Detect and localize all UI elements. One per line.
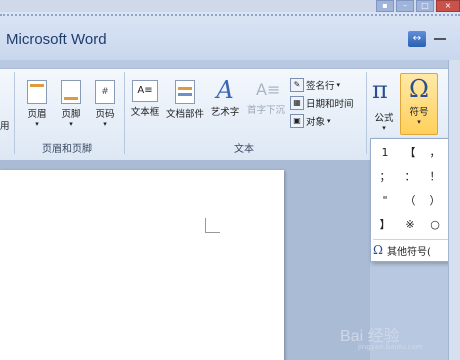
window-controls: ▪ – □ × [376,0,460,12]
page-number-button[interactable]: # 页码 ▾ [90,80,120,128]
object-button[interactable]: ▣ 对象 ▾ [290,114,331,128]
dropdown-caret-icon: ▾ [336,81,341,89]
wordart-icon: A [216,76,234,104]
right-scrollbar[interactable] [448,60,460,360]
object-icon: ▣ [290,114,304,128]
header-icon [27,80,47,104]
maximize-button[interactable]: □ [416,0,434,12]
header-footer-group-label: 页眉和页脚 [42,144,92,155]
more-symbols-item[interactable]: Ω 其他符号( [373,239,449,260]
header-button[interactable]: 页眉 ▾ [22,80,52,128]
close-button[interactable]: × [436,0,460,12]
dropdown-caret-icon: ▾ [35,120,39,128]
ribbon-minimize-icon[interactable] [434,38,446,40]
symbol-cell[interactable]: ○ [423,213,447,237]
system-menu-button[interactable]: ▪ [376,0,394,12]
ribbon-separator [366,72,367,154]
ribbon-separator [14,72,15,154]
symbol-dropdown: 1 【 ， ； ： ！ " （ ） 】 ※ ○ Ω 其他符号( [370,138,450,262]
symbol-cell[interactable]: ） [423,189,447,213]
ribbon-separator [124,72,125,154]
symbol-cell[interactable]: 【 [398,141,422,165]
wordart-button[interactable]: A 艺术字 [208,78,242,118]
watermark-url: jingyan.baidu.com [358,343,423,351]
symbol-cell[interactable]: ， [423,141,447,165]
symbol-cell[interactable]: （ [398,189,422,213]
text-boundary-mark [205,218,220,233]
symbol-cell[interactable]: ！ [423,165,447,189]
partial-ribbon-button[interactable]: 用 [0,116,10,132]
text-group-label: 文本 [234,144,254,155]
quick-parts-icon [175,80,195,104]
signature-icon: ✎ [290,78,304,92]
dropdown-caret-icon: ▾ [327,117,331,125]
symbol-cell[interactable]: 】 [373,213,397,237]
drop-cap-icon: A≡ [256,80,281,99]
double-arrow-icon: ↔ [412,33,422,44]
symbol-cell[interactable]: ： [398,165,422,189]
dropdown-caret-icon: ▾ [417,118,421,126]
textbox-icon: A≡ [132,80,158,102]
symbol-cell[interactable]: ； [373,165,397,189]
dropdown-caret-icon: ▾ [382,124,386,132]
footer-button[interactable]: 页脚 ▾ [56,80,86,128]
pi-icon[interactable]: π [372,76,388,104]
textbox-button[interactable]: A≡ 文本框 [128,80,162,118]
equation-button[interactable]: 公式 ▾ [370,108,398,132]
date-time-button[interactable]: ▦ 日期和时间 [290,96,354,110]
dropdown-caret-icon: ▾ [69,120,73,128]
title-bar-divider [0,14,460,16]
symbol-button[interactable]: Ω 符号 ▾ [400,73,438,135]
omega-icon: Ω [373,243,383,257]
omega-icon: Ω [409,75,429,103]
dropdown-caret-icon: ▾ [103,120,107,128]
signature-line-button[interactable]: ✎ 签名行 ▾ [290,78,340,92]
page-number-icon: # [95,80,115,104]
drop-cap-button[interactable]: A≡ 首字下沉 [244,80,288,116]
minimize-button[interactable]: – [396,0,414,12]
quick-parts-button[interactable]: 文档部件 [164,80,206,120]
calendar-icon: ▦ [290,96,304,110]
app-title: Microsoft Word [6,31,107,48]
document-page[interactable] [0,170,284,360]
symbol-cell[interactable]: ※ [398,213,422,237]
footer-icon [61,80,81,104]
symbol-cell[interactable]: " [373,189,397,213]
ribbon-toggle-button[interactable]: ↔ [408,31,426,47]
symbol-cell[interactable]: 1 [373,141,397,165]
